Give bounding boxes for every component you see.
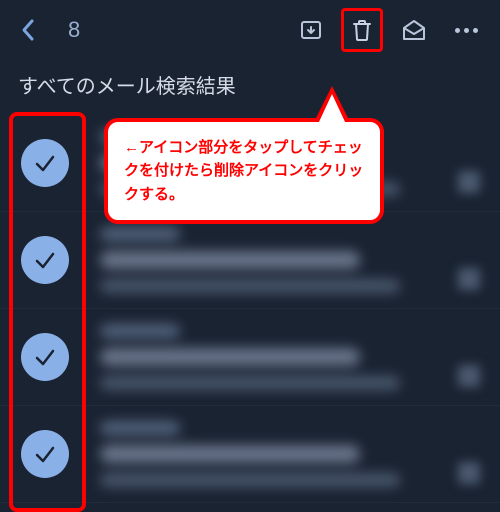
delete-button[interactable] xyxy=(341,8,383,52)
select-toggle[interactable] xyxy=(0,236,90,284)
star-icon[interactable] xyxy=(458,171,480,193)
star-icon[interactable] xyxy=(458,268,480,290)
chevron-left-icon xyxy=(20,18,36,42)
annotation-callout: ←アイコン部分をタップしてチェックを付けたら削除アイコンをクリックする。 xyxy=(104,118,384,224)
checked-avatar xyxy=(21,236,69,284)
list-item[interactable] xyxy=(0,212,500,309)
star-icon[interactable] xyxy=(458,462,480,484)
list-item[interactable] xyxy=(0,309,500,406)
check-icon xyxy=(32,150,58,176)
select-toggle[interactable] xyxy=(0,139,90,187)
archive-button[interactable] xyxy=(289,8,333,52)
check-icon xyxy=(32,441,58,467)
trash-icon xyxy=(351,18,373,42)
checked-avatar xyxy=(21,333,69,381)
select-toggle[interactable] xyxy=(0,430,90,478)
checked-avatar xyxy=(21,139,69,187)
results-header: すべてのメール検索結果 xyxy=(0,60,500,115)
check-icon xyxy=(32,247,58,273)
checked-avatar xyxy=(21,430,69,478)
selected-count: 8 xyxy=(68,17,80,43)
callout-text: ←アイコン部分をタップしてチェックを付けたら削除アイコンをクリックする。 xyxy=(124,139,363,203)
dots-icon xyxy=(455,28,478,33)
mail-preview xyxy=(90,312,500,402)
mail-preview xyxy=(90,409,500,499)
mark-unread-button[interactable] xyxy=(391,8,437,52)
star-icon[interactable] xyxy=(458,365,480,387)
list-item[interactable] xyxy=(0,406,500,503)
mail-preview xyxy=(90,215,500,305)
check-icon xyxy=(32,344,58,370)
select-toggle[interactable] xyxy=(0,333,90,381)
selection-toolbar: 8 xyxy=(0,0,500,60)
back-button[interactable] xyxy=(12,10,44,50)
mail-open-icon xyxy=(401,18,427,42)
archive-icon xyxy=(299,18,323,42)
more-button[interactable] xyxy=(445,18,488,43)
